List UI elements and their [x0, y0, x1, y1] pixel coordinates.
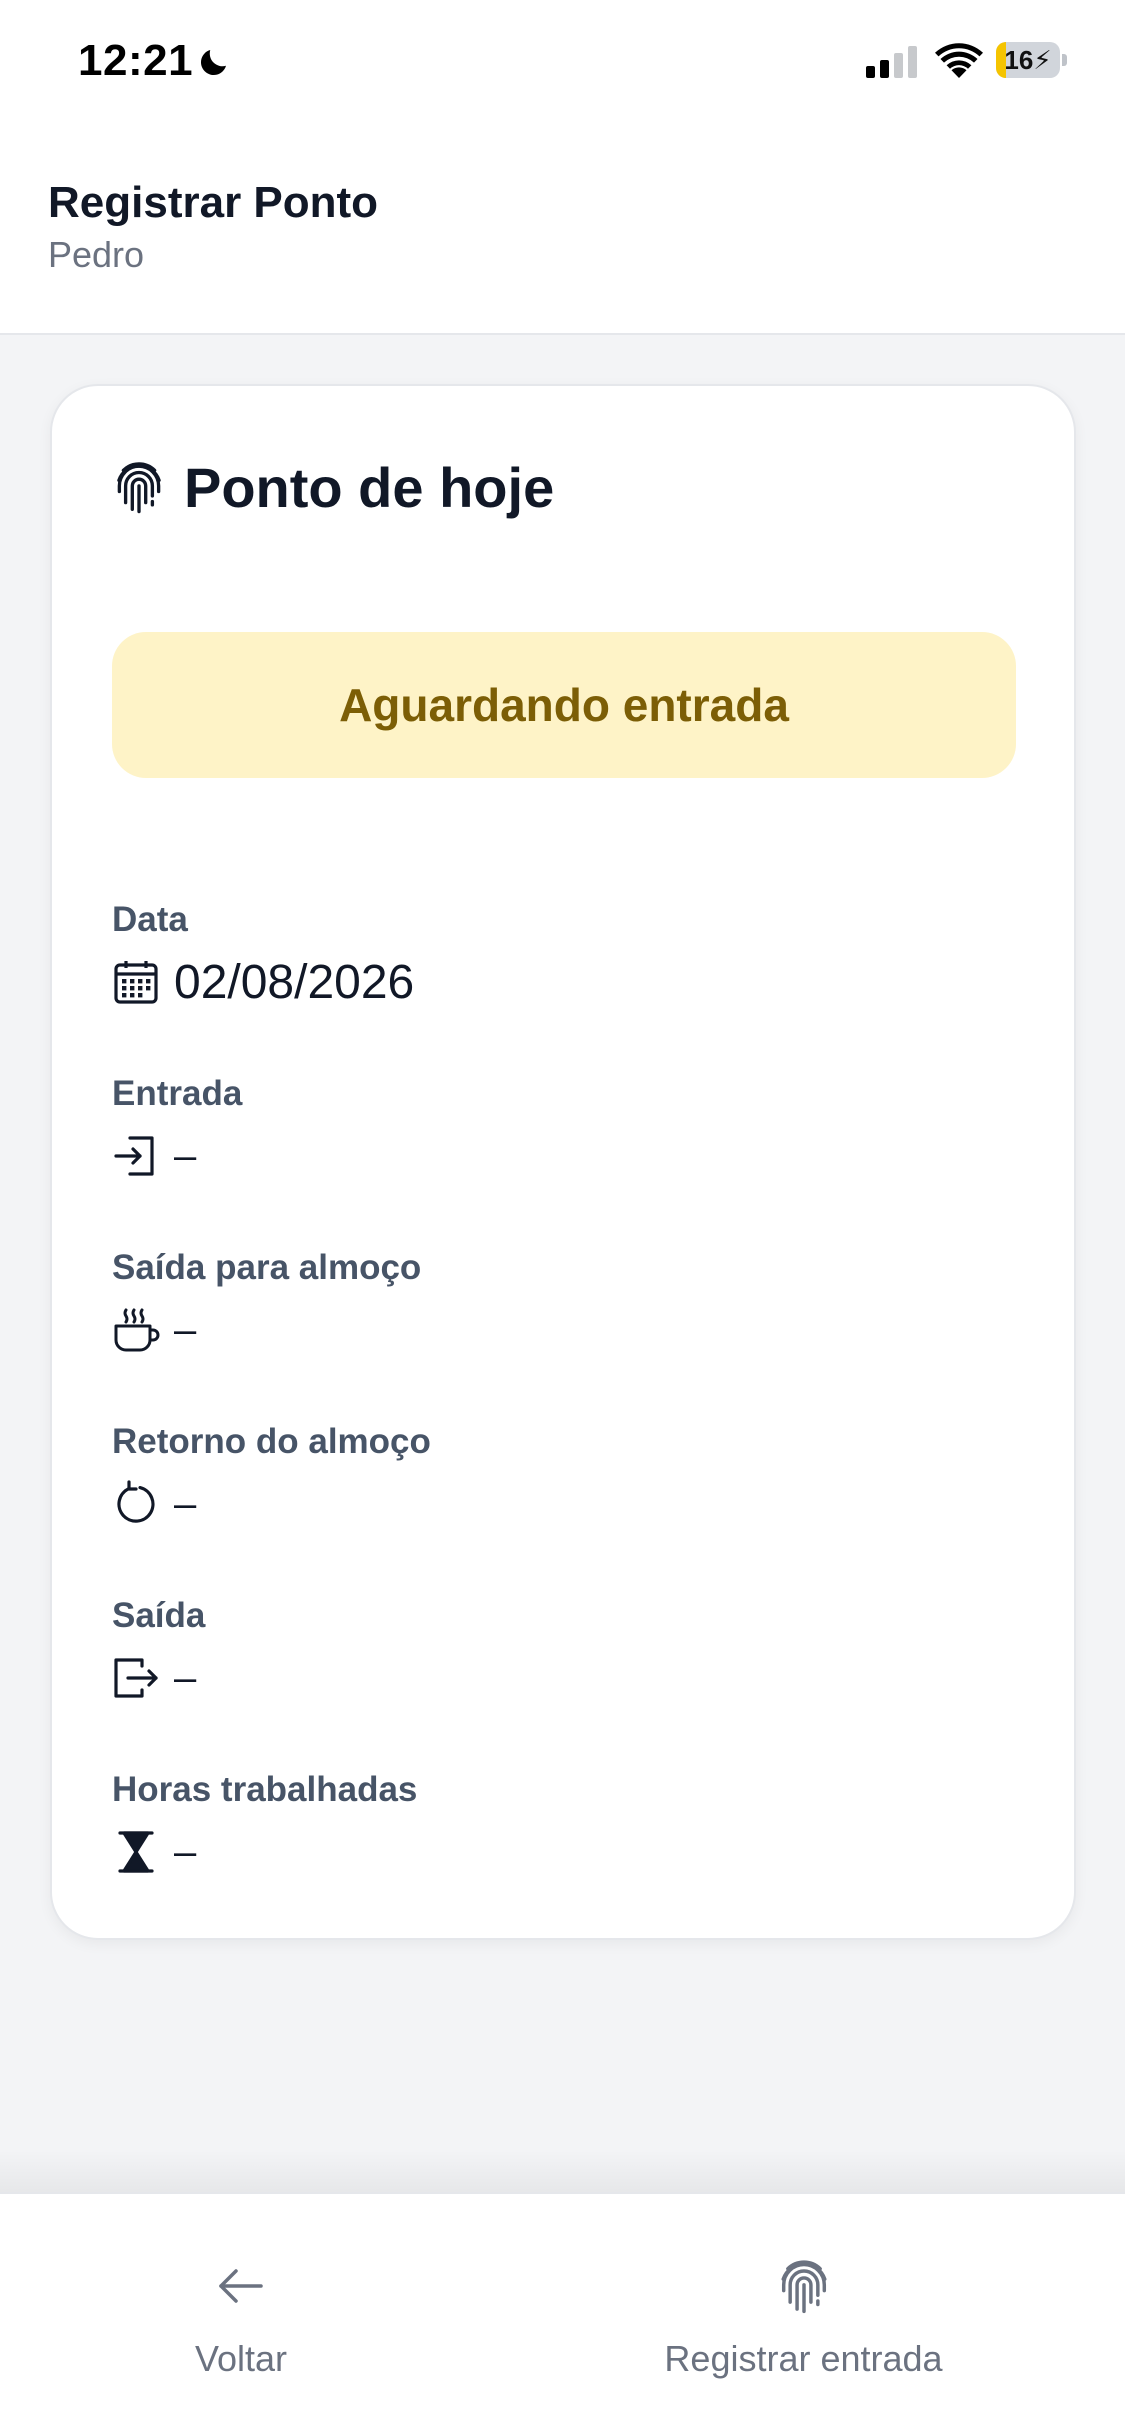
login-icon: [114, 1136, 154, 1176]
battery-level: 16⚡: [1004, 45, 1052, 75]
status-time: 12:21: [78, 36, 194, 85]
back-button-label: Voltar: [194, 2338, 288, 2379]
register-entry-button[interactable]: Registrar entrada: [482, 2194, 1125, 2384]
status-bar: 12:21 16⚡: [0, 0, 1125, 130]
app-header: Registrar Ponto Pedro: [0, 130, 1125, 335]
field-exit: Saída –: [112, 1594, 992, 1706]
back-button[interactable]: Voltar: [0, 2194, 482, 2384]
battery-cap: [1062, 54, 1067, 66]
field-value-row: –: [112, 1128, 992, 1184]
field-label: Horas trabalhadas: [112, 1770, 418, 1809]
tab-bar-shadow: [0, 2150, 1125, 2192]
field-label: Data: [112, 900, 188, 939]
field-value: 02/08/2026: [174, 955, 415, 1009]
field-lunch-out: Saída para almoço –: [112, 1246, 992, 1358]
charging-bolt-icon: ⚡: [1033, 45, 1052, 75]
status-badge: Aguardando entrada: [112, 632, 1016, 778]
cellular-signal-icon: [866, 46, 917, 78]
field-value-row: 02/08/2026: [112, 954, 992, 1010]
page-subtitle: Pedro: [48, 234, 145, 275]
logout-icon: [114, 1658, 158, 1698]
coffee-cup-icon: [114, 1308, 160, 1352]
field-value: –: [174, 1829, 197, 1874]
battery-icon: 16⚡: [996, 42, 1067, 78]
screen: 12:21 16⚡ Registrar Ponto Pedro Ponto de…: [0, 0, 1125, 2436]
page-title: Registrar Ponto: [48, 178, 379, 227]
field-label: Entrada: [112, 1074, 243, 1113]
field-value-row: –: [112, 1302, 992, 1358]
field-label: Saída para almoço: [112, 1248, 422, 1287]
field-value: –: [174, 1655, 197, 1700]
arrow-left-icon: [219, 2269, 263, 2303]
card-title: Ponto de hoje: [184, 455, 555, 519]
field-label: Saída: [112, 1596, 206, 1635]
field-value-row: –: [112, 1650, 992, 1706]
field-value: –: [174, 1307, 197, 1352]
status-badge-text: Aguardando entrada: [339, 679, 789, 731]
field-value-row: –: [112, 1476, 992, 1532]
field-label: Retorno do almoço: [112, 1422, 431, 1461]
battery-body: 16⚡: [996, 42, 1060, 78]
wifi-icon: [935, 43, 983, 78]
field-lunch-return: Retorno do almoço –: [112, 1420, 992, 1532]
field-value: –: [174, 1481, 197, 1526]
fingerprint-icon: [780, 2260, 826, 2314]
fingerprint-icon: [117, 462, 161, 514]
moon-icon: [200, 50, 226, 76]
field-worked-hours: Horas trabalhadas –: [112, 1768, 992, 1880]
bottom-tab-bar: Voltar Registrar entrada: [0, 2192, 1125, 2436]
field-value-row: –: [112, 1824, 992, 1880]
register-entry-label: Registrar entrada: [664, 2338, 943, 2379]
hourglass-icon: [118, 1831, 154, 1873]
calendar-icon: [114, 961, 158, 1004]
field-entry: Entrada –: [112, 1072, 992, 1184]
field-value: –: [174, 1133, 197, 1178]
today-punch-card: Ponto de hoje Aguardando entrada Data 02…: [50, 384, 1076, 1940]
card-header: Ponto de hoje: [112, 452, 554, 522]
refresh-icon: [117, 1480, 155, 1523]
field-date: Data 02/08/2026: [112, 898, 992, 1010]
